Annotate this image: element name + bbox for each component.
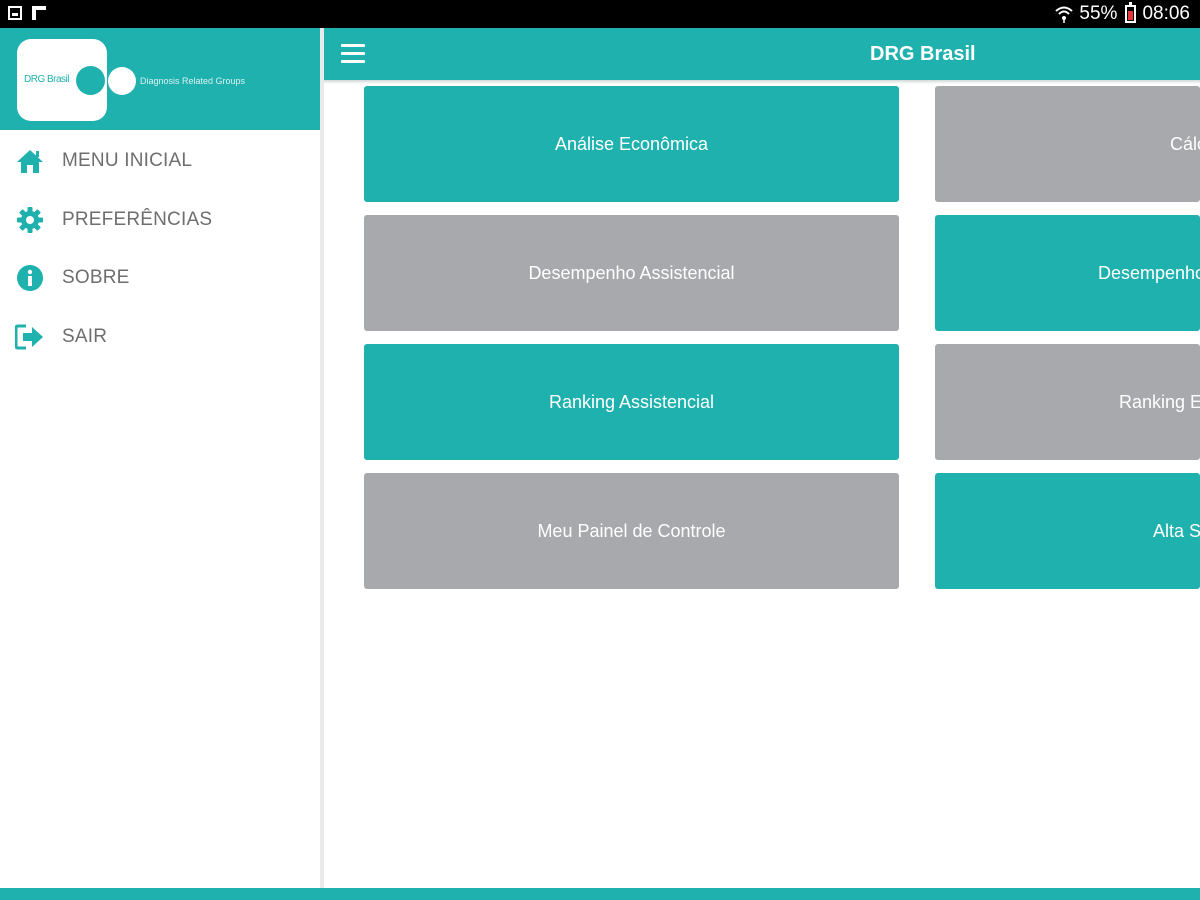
home-icon — [15, 146, 45, 176]
drawer-item-preferencias[interactable]: PREFERÊNCIAS — [0, 195, 321, 245]
tile-desempenho-assistencial[interactable]: Desempenho Assistencial — [364, 215, 899, 331]
drawer-item-label: MENU INICIAL — [62, 150, 193, 171]
bottom-bar — [0, 888, 1200, 900]
tile-ranking-assistencial[interactable]: Ranking Assistencial — [364, 344, 899, 460]
logo-circle-icon — [108, 67, 136, 95]
tile-calculo[interactable]: Cálc — [935, 86, 1200, 202]
navigation-drawer: DRG Brasil Diagnosis Related Groups MENU… — [0, 28, 321, 888]
gear-icon — [15, 205, 45, 235]
tile-analise-economica[interactable]: Análise Econômica — [364, 86, 899, 202]
tile-label: Meu Painel de Controle — [537, 520, 726, 541]
screenshot-icon — [8, 6, 22, 20]
status-notifications — [8, 6, 46, 20]
drawer-item-label: PREFERÊNCIAS — [62, 209, 213, 230]
app-bar: DRG Brasil — [324, 28, 1200, 80]
logo-circle-icon — [76, 66, 105, 95]
tile-label: Desempenho — [1098, 262, 1200, 283]
tile-label: Desempenho Assistencial — [528, 262, 735, 283]
drawer-item-label: SAIR — [62, 326, 108, 347]
status-bar: 55% 08:06 — [0, 0, 1200, 28]
tile-label: Alta S — [1153, 520, 1200, 541]
status-right: 55% 08:06 — [1055, 2, 1190, 25]
tile-label: Ranking E — [1119, 391, 1200, 412]
drawer-item-sobre[interactable]: SOBRE — [0, 253, 321, 303]
exit-icon — [15, 322, 45, 352]
app-bar-shadow — [324, 80, 1200, 84]
tile-desempenho[interactable]: Desempenho — [935, 215, 1200, 331]
wifi-icon — [1055, 5, 1074, 23]
app-title: DRG Brasil — [870, 43, 976, 65]
battery-percent: 55% — [1079, 3, 1118, 24]
tile-label: Análise Econômica — [554, 133, 709, 154]
battery-icon — [1125, 2, 1137, 23]
drawer-item-menu-inicial[interactable]: MENU INICIAL — [0, 136, 321, 186]
tile-ranking[interactable]: Ranking E — [935, 344, 1200, 460]
logo-subtitle: Diagnosis Related Groups — [140, 76, 246, 86]
hamburger-icon[interactable] — [341, 44, 365, 64]
drawer-header: DRG Brasil Diagnosis Related Groups — [0, 28, 321, 130]
tile-alta[interactable]: Alta S — [935, 473, 1200, 589]
drawer-divider — [320, 28, 324, 888]
tile-label: Cálc — [1170, 133, 1200, 154]
logo-text: DRG Brasil — [24, 74, 70, 85]
clock: 08:06 — [1142, 3, 1190, 24]
tile-label: Ranking Assistencial — [548, 391, 715, 412]
info-icon — [15, 263, 45, 293]
drawer-item-label: SOBRE — [62, 267, 130, 288]
tile-meu-painel-de-controle[interactable]: Meu Painel de Controle — [364, 473, 899, 589]
flipboard-icon — [32, 6, 46, 20]
drawer-item-sair[interactable]: SAIR — [0, 312, 321, 362]
